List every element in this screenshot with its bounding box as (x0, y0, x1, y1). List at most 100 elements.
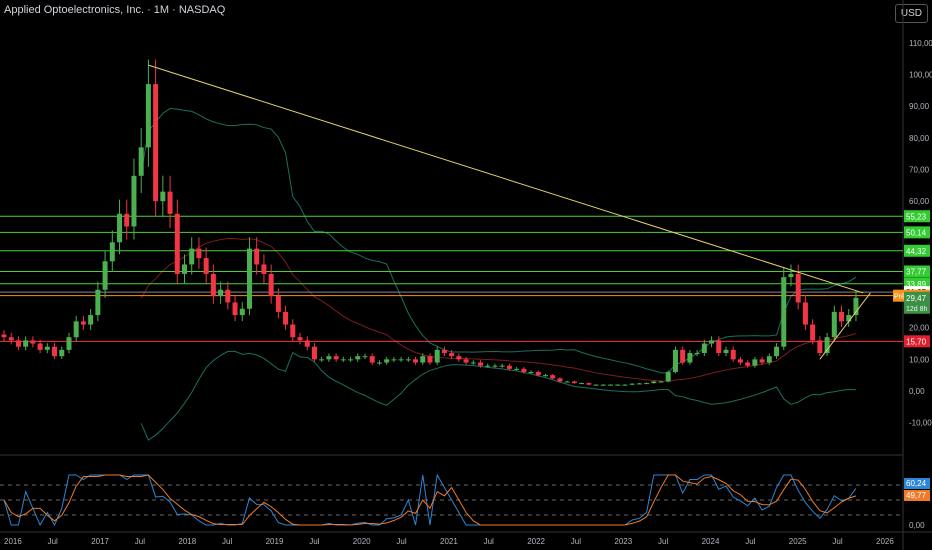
y-tick-label: 70,00 (909, 166, 930, 175)
candle-body (420, 356, 426, 363)
candle-body (499, 365, 505, 367)
price-level-label: 15,70 (906, 337, 927, 346)
candle-body (802, 302, 808, 325)
candle-body (326, 356, 332, 360)
candle-body (384, 359, 390, 363)
candle-body (831, 311, 837, 338)
candle-body (340, 359, 346, 361)
candle-body (441, 349, 447, 354)
candle-body (644, 383, 650, 385)
y-tick-label: 10,00 (909, 355, 930, 364)
candle-body (203, 258, 209, 274)
candle-body (550, 375, 556, 379)
candle-body (52, 346, 58, 357)
candle-body (788, 273, 794, 278)
y-tick-label: 110,00 (909, 39, 932, 48)
x-tick-label: 2022 (527, 537, 545, 546)
x-tick-label: Jul (658, 537, 668, 546)
countdown-label: 12d 8h (906, 306, 928, 313)
candle-body (658, 381, 664, 383)
candle-body (571, 381, 577, 384)
bollinger-upper (140, 107, 857, 374)
candle-body (37, 343, 43, 350)
candle-body (701, 343, 707, 354)
candle-body (268, 273, 274, 297)
candle-body (348, 359, 354, 361)
candle-body (95, 289, 101, 316)
candle-body (210, 273, 216, 297)
candle-body (723, 349, 729, 354)
x-tick-label: Jul (396, 537, 406, 546)
y-tick-label: 60,00 (909, 197, 930, 206)
candle-body (557, 378, 563, 382)
candle-body (687, 353, 693, 363)
candle-body (261, 264, 267, 274)
candle-body (413, 359, 419, 363)
candle-body (225, 289, 231, 303)
candle-body (615, 384, 621, 386)
x-tick-label: Jul (309, 537, 319, 546)
candle-body (283, 311, 289, 325)
chart-container[interactable]: Applied Optoelectronics, Inc. · 1M · NAS… (0, 0, 932, 550)
candle-body (167, 191, 173, 214)
candle-body (66, 337, 72, 350)
candle-body (117, 213, 123, 243)
candle-body (311, 346, 317, 360)
price-level-label: 55,23 (906, 212, 927, 221)
candle-body (254, 248, 260, 265)
candle-body (196, 248, 202, 259)
candle-body (138, 147, 144, 176)
candle-body (434, 349, 440, 363)
k-value-label: 60,24 (906, 479, 927, 488)
candle-body (694, 353, 700, 355)
candle-body (629, 383, 635, 385)
candle-body (485, 365, 491, 367)
candle-body (109, 242, 115, 262)
candle-body (839, 311, 845, 322)
candle-body (297, 337, 303, 341)
price-chart[interactable]: 110,00 100,00 90,00 80,00 70,00 60,00 20,00 10,… (0, 0, 932, 550)
candle-body (665, 372, 671, 382)
x-tick-label: 2023 (614, 537, 632, 546)
candle-body (102, 261, 108, 290)
candle-body (8, 337, 14, 341)
candle-body (463, 359, 469, 363)
candle-body (607, 384, 613, 386)
candle-body (672, 349, 678, 373)
y-tick-label: 100,00 (909, 71, 932, 80)
candle-body (579, 383, 585, 385)
price-level-label: 50,14 (906, 228, 927, 237)
candle-body (15, 340, 21, 347)
candle-body (333, 356, 339, 360)
price-level-label: 44,32 (906, 247, 927, 256)
x-tick-label: Jul (135, 537, 145, 546)
candle-body (304, 340, 310, 347)
candle-body (355, 356, 361, 360)
candle-body (846, 315, 852, 322)
y-tick-label: 0,00 (909, 387, 925, 396)
candle-body (376, 362, 382, 364)
candle-body (716, 340, 722, 354)
last-price-label: 29,47 (906, 294, 927, 303)
candle-body (492, 365, 498, 367)
x-tick-label: 2026 (876, 537, 894, 546)
candle-body (795, 273, 801, 303)
candle-body (586, 383, 592, 385)
x-tick-label: 2025 (789, 537, 807, 546)
candle-body (593, 384, 599, 386)
x-tick-label: 2017 (91, 537, 109, 546)
candle-body (232, 302, 238, 316)
candle-body (478, 362, 484, 366)
x-tick-label: 2019 (266, 537, 284, 546)
candle-body (174, 213, 180, 274)
x-tick-label: 2018 (178, 537, 196, 546)
candle-body (680, 349, 686, 363)
candle-body (535, 372, 541, 376)
x-tick-label: Jul (571, 537, 581, 546)
candle-body (182, 264, 187, 274)
candle-body (456, 356, 462, 360)
candle-body (651, 381, 657, 384)
candle-body (362, 356, 368, 358)
candle-body (817, 340, 823, 354)
candle-body (145, 84, 151, 148)
